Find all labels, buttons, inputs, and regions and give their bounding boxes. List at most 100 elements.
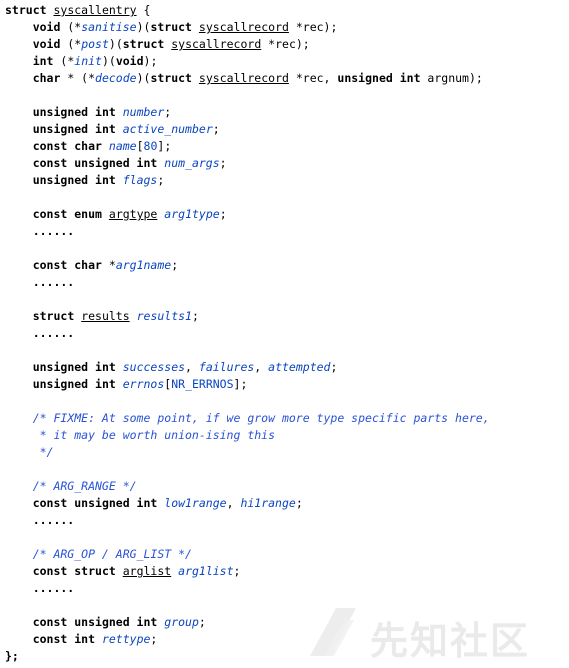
- number-token: 80: [143, 139, 158, 153]
- keyword-token: struct: [122, 37, 165, 51]
- keyword-token: void: [32, 37, 61, 51]
- keyword-token: ......: [5, 224, 75, 238]
- code-token: ;: [219, 156, 227, 170]
- code-line: struct syscallentry {: [5, 2, 490, 19]
- keyword-token: const char: [32, 258, 102, 272]
- code-line: const struct arglist arg1list;: [5, 563, 490, 580]
- identifier-token: flags: [122, 173, 158, 187]
- code-token: ,: [226, 496, 241, 510]
- code-line: const char *arg1name;: [5, 257, 490, 274]
- code-line: unsigned int number;: [5, 104, 490, 121]
- type-name-token: syscallrecord: [198, 20, 289, 34]
- keyword-token: unsigned int: [32, 122, 116, 136]
- type-name-token: syscallrecord: [198, 71, 289, 85]
- type-name-token: argtype: [108, 207, 158, 221]
- code-line: const unsigned int num_args;: [5, 155, 490, 172]
- code-token: ;: [164, 105, 172, 119]
- code-line: void (*post)(struct syscallrecord *rec);: [5, 36, 490, 53]
- keyword-token: void: [32, 20, 61, 34]
- type-name-token: syscallentry: [53, 3, 137, 17]
- keyword-token: unsigned int: [32, 105, 116, 119]
- code-token: *rec,: [288, 71, 338, 85]
- code-line: ......: [5, 580, 490, 597]
- identifier-token: successes: [122, 360, 186, 374]
- keyword-token: ......: [5, 326, 75, 340]
- identifier-token: failures: [198, 360, 255, 374]
- code-token: ;: [198, 615, 206, 629]
- code-token: *rec);: [288, 20, 338, 34]
- identifier-token: attempted: [268, 360, 331, 374]
- code-line: * it may be worth union-ising this: [5, 427, 490, 444]
- code-line: /* FIXME: At some point, if we grow more…: [5, 410, 490, 427]
- type-name-token: syscallrecord: [171, 37, 262, 51]
- identifier-token: num_args: [164, 156, 220, 170]
- keyword-token: char: [32, 71, 61, 85]
- code-token: )(: [136, 71, 151, 85]
- code-line: ......: [5, 512, 490, 529]
- code-token: ,: [254, 360, 269, 374]
- comment-token: /* FIXME: At some point, if we grow more…: [5, 411, 490, 425]
- code-line: unsigned int successes, failures, attemp…: [5, 359, 490, 376]
- code-token: )(: [101, 54, 116, 68]
- identifier-token: hi1range: [240, 496, 296, 510]
- code-line: const enum argtype arg1type;: [5, 206, 490, 223]
- code-line: ......: [5, 274, 490, 291]
- code-token: ;: [233, 564, 241, 578]
- code-token: *: [101, 258, 116, 272]
- identifier-token: number: [122, 105, 165, 119]
- code-line: const int rettype;: [5, 631, 490, 648]
- keyword-token: ......: [5, 275, 75, 289]
- keyword-token: unsigned int: [32, 360, 116, 374]
- identifier-token: arg1type: [164, 207, 220, 221]
- keyword-token: struct: [32, 309, 75, 323]
- code-line: /* ARG_RANGE */: [5, 478, 490, 495]
- code-line: int (*init)(void);: [5, 53, 490, 70]
- code-block: struct syscallentry { void (*sanitise)(s…: [5, 2, 490, 665]
- keyword-token: ......: [5, 513, 75, 527]
- code-line: */: [5, 444, 490, 461]
- code-line: const char name[80];: [5, 138, 490, 155]
- code-token: *rec);: [261, 37, 310, 51]
- identifier-token: errnos: [122, 377, 165, 391]
- code-token: ;: [219, 207, 227, 221]
- keyword-token: const unsigned int: [32, 156, 158, 170]
- code-token: (*: [53, 54, 75, 68]
- code-token: )(: [108, 37, 123, 51]
- code-token: * (*: [60, 71, 96, 85]
- code-token: ,: [185, 360, 199, 374]
- keyword-token: ......: [5, 581, 75, 595]
- code-line: ......: [5, 223, 490, 240]
- identifier-token: group: [164, 615, 199, 629]
- code-token: ;: [150, 632, 158, 646]
- code-line: char * (*decode)(struct syscallrecord *r…: [5, 70, 490, 87]
- keyword-token: const unsigned int: [32, 496, 158, 510]
- code-token: ;: [212, 122, 220, 136]
- keyword-token: void: [115, 54, 144, 68]
- code-token: ];: [157, 139, 172, 153]
- code-token: ;: [157, 173, 165, 187]
- identifier-token: init: [74, 54, 102, 68]
- code-token: argnum);: [420, 71, 483, 85]
- code-token: ;: [171, 258, 179, 272]
